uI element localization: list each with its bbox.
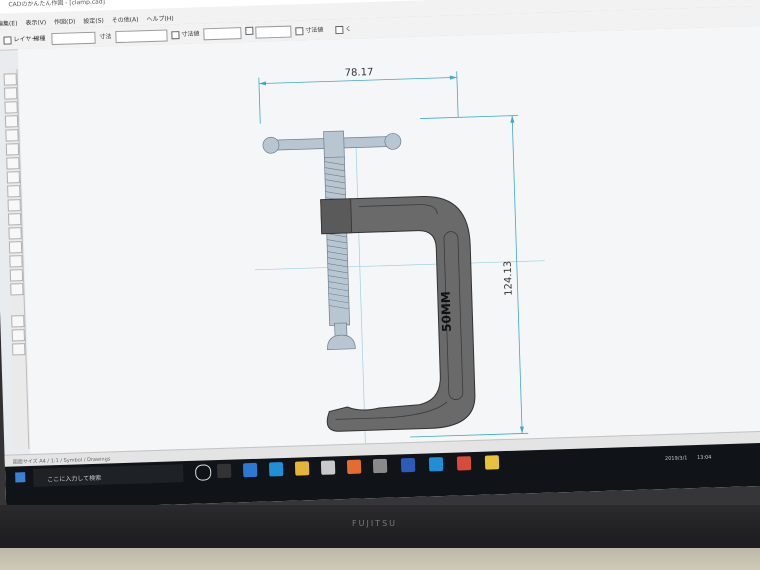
menu-other[interactable]: その他(A)	[112, 14, 139, 24]
edge-icon[interactable]	[242, 462, 258, 478]
tool-button[interactable]	[11, 315, 25, 328]
tool-button[interactable]	[7, 213, 22, 226]
tool-button[interactable]	[4, 101, 18, 114]
monitor-screen: CADのかんたん作図 - [clamp.cad] 編集(E) 表示(V) 作図(…	[0, 0, 760, 510]
search-placeholder: ここに入力して検索	[47, 474, 102, 484]
jw-cad-icon[interactable]	[484, 455, 500, 470]
tray-clock[interactable]: 13:04	[697, 455, 712, 461]
cad-drawing: 78.17 124.13 50MM	[254, 67, 545, 444]
width-dimension: 78.17	[258, 67, 459, 124]
file-explorer-icon[interactable]	[294, 461, 310, 476]
desk-surface	[0, 548, 760, 570]
menu-view[interactable]: 表示(V)	[25, 17, 46, 27]
screw-spindle	[324, 156, 356, 350]
dimension-label: 寸法	[99, 33, 112, 41]
photo-frame: CADのかんたん作図 - [clamp.cad] 編集(E) 表示(V) 作図(…	[0, 0, 760, 570]
tool-button[interactable]	[3, 73, 17, 86]
cortana-icon[interactable]	[194, 464, 212, 481]
arrow-head	[259, 81, 267, 86]
t-handle	[262, 130, 402, 160]
center-line-horizontal	[254, 260, 545, 271]
engraving-text: 50MM	[439, 291, 454, 332]
mail-icon[interactable]	[372, 458, 388, 474]
tool-button[interactable]	[9, 255, 23, 268]
extra-checkbox[interactable]	[335, 25, 344, 34]
system-tray: 2019/3/1 13:04	[665, 452, 760, 462]
extra-toggle[interactable]: く	[335, 24, 351, 34]
menu-edit[interactable]: 編集(E)	[0, 18, 18, 28]
tool-button[interactable]	[12, 343, 26, 356]
extension-line	[258, 77, 261, 124]
tool-button[interactable]	[7, 185, 21, 198]
tool-button[interactable]	[8, 241, 23, 254]
tool-button[interactable]	[4, 87, 18, 100]
ie-icon[interactable]	[268, 462, 284, 477]
height-dimension-value: 124.13	[503, 261, 515, 296]
center-line-vertical	[355, 138, 366, 444]
tool-button[interactable]	[4, 115, 19, 128]
arrow-head	[510, 115, 515, 123]
cad-app-icon[interactable]	[456, 456, 472, 471]
laptop-brand: FUJITSU	[352, 519, 397, 528]
layer-select[interactable]	[51, 31, 96, 46]
tool-button[interactable]	[5, 143, 20, 156]
handle-knob	[384, 133, 402, 150]
snap-checkbox[interactable]	[171, 30, 180, 39]
task-view-icon[interactable]	[216, 463, 232, 479]
linetype-label: 線種	[33, 35, 46, 43]
arrow-head	[519, 426, 524, 434]
tool-button[interactable]	[10, 283, 24, 296]
snap-select[interactable]	[203, 27, 242, 41]
swivel-pad	[327, 334, 356, 350]
dimension-value-checkbox[interactable]	[295, 26, 304, 35]
auto-toggle[interactable]	[245, 26, 255, 35]
layer-label: レイヤー	[3, 34, 37, 45]
tool-button[interactable]	[7, 199, 21, 212]
tool-button[interactable]	[5, 129, 19, 142]
tool-button[interactable]	[6, 157, 20, 170]
tool-button[interactable]	[8, 227, 22, 240]
handle-knob	[262, 136, 280, 154]
auto-select[interactable]	[255, 25, 292, 39]
start-icon[interactable]	[15, 472, 26, 483]
dimension-select[interactable]	[115, 29, 168, 44]
extension-line	[456, 71, 459, 118]
tool-button[interactable]	[9, 269, 24, 282]
tool-button[interactable]	[6, 171, 21, 184]
snap-toggle[interactable]: 寸法値	[171, 28, 200, 39]
dimension-value-toggle[interactable]: 寸法値	[295, 25, 323, 35]
menu-help[interactable]: ヘルプ(H)	[146, 13, 173, 23]
auto-checkbox[interactable]	[245, 26, 254, 35]
window-title: CADのかんたん作図 - [clamp.cad]	[8, 0, 106, 9]
browser-icon[interactable]	[428, 457, 444, 472]
tray-date: 2019/3/1	[664, 455, 688, 463]
store-icon[interactable]	[320, 460, 336, 475]
tool-button[interactable]	[11, 329, 25, 342]
width-dimension-value: 78.17	[345, 67, 374, 79]
frame-boss	[320, 198, 353, 235]
word-icon[interactable]	[400, 457, 416, 473]
menu-draw[interactable]: 作図(D)	[54, 16, 76, 26]
arrow-head	[449, 75, 457, 80]
drawing-canvas[interactable]: 78.17 124.13 50MM	[17, 25, 760, 454]
layer-checkbox[interactable]	[3, 35, 12, 45]
media-player-icon[interactable]	[346, 459, 362, 475]
extension-line	[420, 115, 519, 119]
extension-line	[410, 432, 529, 438]
menu-settings[interactable]: 設定(S)	[83, 15, 104, 25]
handle-collar	[323, 130, 345, 160]
taskbar-search-box[interactable]: ここに入力して検索	[33, 464, 184, 487]
